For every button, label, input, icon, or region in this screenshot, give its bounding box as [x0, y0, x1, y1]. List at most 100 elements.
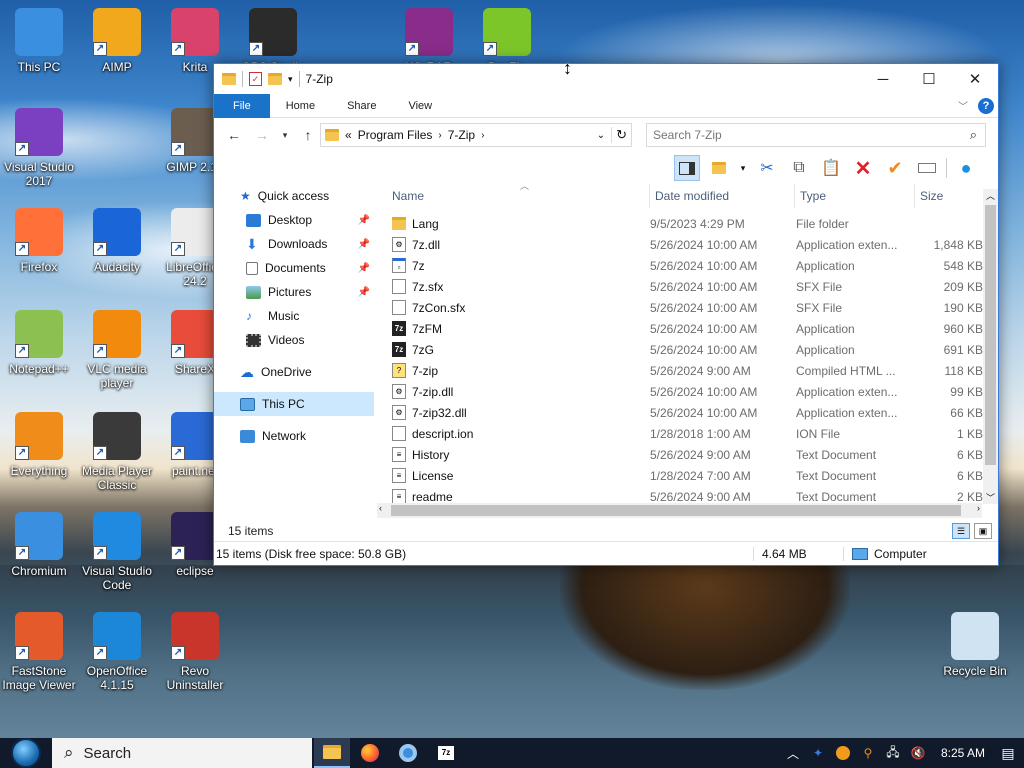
start-button[interactable]	[0, 738, 52, 768]
address-bar[interactable]: « Program Files › 7-Zip › ⌄ ↻	[320, 123, 632, 147]
breadcrumb-7zip[interactable]: 7-Zip	[448, 128, 475, 142]
scroll-up-icon[interactable]: ︿	[983, 189, 998, 202]
paste-icon[interactable]: 📋	[818, 155, 844, 181]
delete-icon[interactable]: ✕	[850, 155, 876, 181]
column-size[interactable]: Size	[915, 184, 985, 208]
checkmark-icon[interactable]: ✔	[882, 155, 908, 181]
nav-videos[interactable]: Videos	[214, 328, 374, 352]
nav-desktop[interactable]: Desktop 📌	[214, 208, 374, 232]
file-row[interactable]: ≡ readme 5/26/2024 9:00 AM Text Document 2 K…	[390, 486, 985, 504]
desktop-icon-audacity[interactable]: ↗ Audacity	[78, 208, 156, 274]
column-date[interactable]: Date modified	[650, 184, 795, 208]
tab-share[interactable]: Share	[331, 94, 392, 118]
desktop-icon-everything[interactable]: ↗ Everything	[0, 412, 78, 478]
file-row[interactable]: Lang 9/5/2023 4:29 PM File folder	[390, 213, 985, 234]
details-view-icon[interactable]: ☰	[952, 523, 970, 539]
network-tray-icon[interactable]: 🖧	[885, 745, 901, 761]
taskbar-7zip[interactable]: 7z	[428, 738, 464, 768]
customize-qa-icon[interactable]: ▾	[288, 74, 293, 85]
taskbar-chromium[interactable]	[390, 738, 426, 768]
scrollbar-thumb[interactable]	[391, 505, 961, 516]
chevron-right-icon[interactable]: ›	[481, 130, 484, 141]
tab-file[interactable]: File	[214, 93, 270, 118]
nav-downloads[interactable]: ⬇ Downloads 📌	[214, 232, 374, 256]
pin-icon[interactable]: 📌	[358, 287, 370, 298]
taskbar-firefox[interactable]	[352, 738, 388, 768]
taskbar-file-explorer[interactable]	[314, 738, 350, 768]
cut-icon[interactable]: ✂	[754, 155, 780, 181]
pin-icon[interactable]: 📌	[358, 263, 370, 274]
minimize-button[interactable]: ─	[860, 64, 906, 94]
pin-icon[interactable]: 📌	[358, 239, 370, 250]
file-row[interactable]: ⚙ 7-zip.dll 5/26/2024 10:00 AM Application …	[390, 381, 985, 402]
nav-documents[interactable]: Documents 📌	[214, 256, 374, 280]
file-row[interactable]: ≡ History 5/26/2024 9:00 AM Text Document 6 …	[390, 444, 985, 465]
refresh-icon[interactable]: ↻	[611, 127, 631, 143]
expand-ribbon-icon[interactable]: ﹀	[958, 98, 968, 113]
file-row[interactable]: 7z.sfx 5/26/2024 10:00 AM SFX File 209 KB	[390, 276, 985, 297]
file-explorer-window[interactable]: ✓ ▾ 7-Zip ─ ☐ ✕ File Home Share View ﹀ ?…	[213, 63, 999, 566]
horizontal-scrollbar[interactable]: ‹ ›	[377, 503, 982, 518]
file-row[interactable]: 7z 7zFM 5/26/2024 10:00 AM Application 960 K…	[390, 318, 985, 339]
nav-quick-access[interactable]: ★ Quick access	[214, 184, 374, 208]
desktop-icon-firefox[interactable]: ↗ Firefox	[0, 208, 78, 274]
aimp-tray-icon[interactable]	[835, 745, 851, 761]
desktop-icon-vscode[interactable]: ↗ Visual Studio Code	[78, 512, 156, 592]
close-button[interactable]: ✕	[952, 64, 998, 94]
scroll-down-icon[interactable]: ﹀	[983, 491, 998, 504]
desktop-icon-computer[interactable]: This PC	[0, 8, 78, 74]
everything-tray-icon[interactable]: ⚲	[860, 745, 876, 761]
rename-icon[interactable]	[914, 155, 940, 181]
preview-pane-icon[interactable]	[674, 155, 700, 181]
taskbar-search[interactable]: ⌕ Search	[52, 738, 312, 768]
properties-icon[interactable]: ✓	[249, 72, 262, 86]
nav-this-pc[interactable]: This PC	[214, 392, 374, 416]
recent-locations-button[interactable]: ▾	[280, 130, 290, 141]
help-icon[interactable]: ?	[978, 97, 994, 114]
file-row[interactable]: ⚙ 7-zip32.dll 5/26/2024 10:00 AM Applicatio…	[390, 402, 985, 423]
scroll-right-icon[interactable]: ›	[977, 503, 980, 513]
file-row[interactable]: ▫ 7z 5/26/2024 10:00 AM Application 548 KB	[390, 255, 985, 276]
copy-icon[interactable]: ⧉	[786, 155, 812, 181]
chevron-right-icon[interactable]: ›	[438, 130, 441, 141]
large-icons-view-icon[interactable]: ▣	[974, 523, 992, 539]
nav-onedrive[interactable]: ☁ OneDrive	[214, 360, 374, 384]
new-folder-icon[interactable]	[706, 155, 732, 181]
search-input[interactable]: Search 7-Zip ⌕	[646, 123, 986, 147]
app-tray-icon[interactable]: ✦	[810, 745, 826, 761]
breadcrumb-overflow[interactable]: «	[345, 128, 352, 142]
desktop-icon-visual-studio[interactable]: ↗ Visual Studio 2017	[0, 108, 78, 188]
nav-network[interactable]: Network	[214, 424, 374, 448]
tab-home[interactable]: Home	[270, 94, 331, 118]
clock[interactable]: 8:25 AM	[935, 746, 991, 760]
dropdown-icon[interactable]: ▾	[738, 155, 748, 181]
notification-icon[interactable]: ▤	[1000, 745, 1016, 761]
chat-icon[interactable]: ●	[953, 155, 979, 181]
vertical-scrollbar[interactable]: ︿ ﹀	[983, 189, 998, 504]
breadcrumb-program-files[interactable]: Program Files	[358, 128, 433, 142]
new-folder-icon[interactable]	[268, 73, 282, 85]
file-row[interactable]: 7z 7zG 5/26/2024 10:00 AM Application 691 KB	[390, 339, 985, 360]
up-button[interactable]: ↑	[298, 127, 318, 143]
file-row[interactable]: 7zCon.sfx 5/26/2024 10:00 AM SFX File 190 K…	[390, 297, 985, 318]
file-row[interactable]: ⚙ 7z.dll 5/26/2024 10:00 AM Application ext…	[390, 234, 985, 255]
back-button[interactable]: ←	[224, 127, 244, 143]
column-type[interactable]: Type	[795, 184, 915, 208]
desktop-icon-revo[interactable]: ↗ Revo Uninstaller	[156, 612, 234, 692]
nav-music[interactable]: ♪ Music	[214, 304, 374, 328]
desktop-icon-openoffice[interactable]: ↗ OpenOffice 4.1.15	[78, 612, 156, 692]
desktop-icon-vlc[interactable]: ↗ VLC media player	[78, 310, 156, 390]
file-row[interactable]: ? 7-zip 5/26/2024 9:00 AM Compiled HTML ...…	[390, 360, 985, 381]
desktop-icon-mpc[interactable]: ↗ Media Player Classic	[78, 412, 156, 492]
address-dropdown-icon[interactable]: ⌄	[597, 130, 605, 141]
file-row[interactable]: ≡ License 1/28/2024 7:00 AM Text Document 6 …	[390, 465, 985, 486]
desktop-icon-recycle-bin[interactable]: Recycle Bin	[936, 612, 1014, 678]
scrollbar-thumb[interactable]	[985, 205, 996, 465]
desktop-icon-aimp[interactable]: ↗ AIMP	[78, 8, 156, 74]
desktop-icon-faststone[interactable]: ↗ FastStone Image Viewer	[0, 612, 78, 692]
desktop-icon-chromium[interactable]: ↗ Chromium	[0, 512, 78, 578]
volume-muted-icon[interactable]: 🔇	[910, 745, 926, 761]
search-icon[interactable]: ⌕	[970, 127, 977, 143]
title-bar[interactable]: ✓ ▾ 7-Zip ─ ☐ ✕	[214, 64, 998, 94]
scroll-left-icon[interactable]: ‹	[379, 503, 382, 513]
